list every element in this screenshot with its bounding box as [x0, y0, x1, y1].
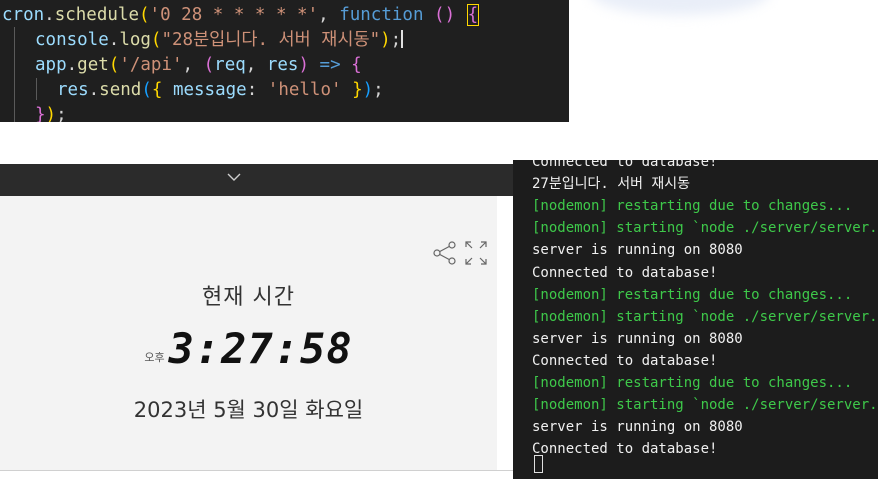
code-token: ( [150, 30, 162, 50]
terminal-line: server is running on 8080 [532, 330, 743, 347]
code-token: get [77, 55, 109, 75]
code-token: 'hello' [267, 80, 342, 100]
code-token: . [88, 80, 100, 100]
time-value: 3:27:58 [168, 324, 353, 373]
code-token: , [182, 55, 204, 75]
code-token: . [44, 5, 55, 25]
code-token: ) [45, 105, 57, 122]
code-token: log [119, 30, 151, 50]
text-caret [401, 30, 404, 48]
code-token: () [434, 5, 456, 25]
indent-guide [36, 78, 37, 100]
terminal-line: [nodemon] starting `node ./server/server… [532, 220, 878, 237]
background-blur [590, 0, 770, 15]
code-token: '0 28 * * * * *' [149, 5, 319, 25]
code-token: res [266, 55, 299, 75]
code-line-4: res.send({ message: 'hello' }); [57, 78, 384, 102]
terminal-line: [nodemon] starting `node ./server/server… [532, 308, 878, 325]
code-token: ) [380, 30, 391, 50]
code-token: ( [139, 5, 150, 25]
clock-display: 오후3:27:58 [0, 324, 497, 373]
expand-icon[interactable] [463, 239, 489, 271]
code-token: , [318, 5, 340, 25]
chevron-down-icon[interactable] [226, 168, 242, 187]
code-line-1: cron.schedule('0 28 * * * * *', function… [2, 3, 480, 27]
terminal-line: Connected to database! [532, 160, 718, 170]
code-token: res [57, 80, 89, 100]
code-line-2: console.log("28분입니다. 서버 재시동"); [35, 28, 404, 52]
terminal-line: server is running on 8080 [532, 419, 743, 436]
divider [0, 470, 513, 471]
code-editor[interactable]: cron.schedule('0 28 * * * * *', function… [0, 0, 569, 122]
date-value: 2023년 5월 30일 화요일 [133, 398, 364, 422]
terminal-line: server is running on 8080 [532, 242, 743, 259]
widget-header-bar [0, 164, 513, 196]
code-token: => [309, 55, 352, 75]
code-token: send [99, 80, 142, 100]
terminal-line: Connected to database! [532, 441, 718, 458]
code-token: ( [141, 80, 152, 100]
code-token: function [339, 5, 424, 25]
code-token: ; [56, 105, 67, 122]
terminal-line: Connected to database! [532, 264, 718, 281]
clock-widget: 현재 시간 오후3:27:58 2023년 5월 30일 화요일 [0, 196, 497, 470]
share-icon[interactable] [433, 241, 457, 269]
code-token: ) [362, 80, 374, 100]
code-token: { [351, 55, 362, 75]
code-token: , [245, 55, 267, 75]
current-time-label: 현재 시간 [202, 285, 295, 310]
code-token: : [246, 80, 268, 100]
code-line-5: }); [35, 103, 67, 122]
code-token: "28분입니다. 서버 재시동" [161, 30, 381, 50]
code-token: { [151, 80, 173, 100]
terminal-line: [nodemon] starting `node ./server/server… [532, 397, 878, 414]
terminal-line: [nodemon] restarting due to changes... [532, 286, 853, 303]
code-token: } [341, 80, 363, 100]
terminal-line: Connected to database! [532, 352, 718, 369]
code-token: . [66, 55, 78, 75]
terminal-line: [nodemon] restarting due to changes... [532, 198, 853, 215]
indent-guide [14, 27, 15, 122]
code-token: req [214, 55, 246, 75]
code-token: app [35, 55, 67, 75]
code-token: message [172, 80, 247, 100]
code-token: console [35, 30, 109, 50]
code-token: ; [373, 80, 384, 100]
ampm-label: 오후 [144, 351, 165, 364]
code-token: } [35, 105, 46, 122]
code-token: ) [298, 55, 309, 75]
code-token: ; [390, 30, 402, 50]
code-token: '/api' [119, 55, 183, 75]
code-token: . [108, 30, 120, 50]
terminal-line: 27분입니다. 서버 재시동 [532, 176, 691, 193]
terminal-line: [nodemon] restarting due to changes... [532, 375, 853, 391]
terminal-output[interactable]: Connected to database! 27분입니다. 서버 재시동 [nod… [513, 160, 878, 479]
code-line-3: app.get('/api', (req, res) => { [35, 53, 362, 77]
code-token: ( [203, 55, 215, 75]
code-token: ( [108, 55, 120, 75]
code-token: { [466, 4, 480, 26]
code-token: schedule [54, 5, 139, 25]
code-token: cron [2, 5, 45, 25]
